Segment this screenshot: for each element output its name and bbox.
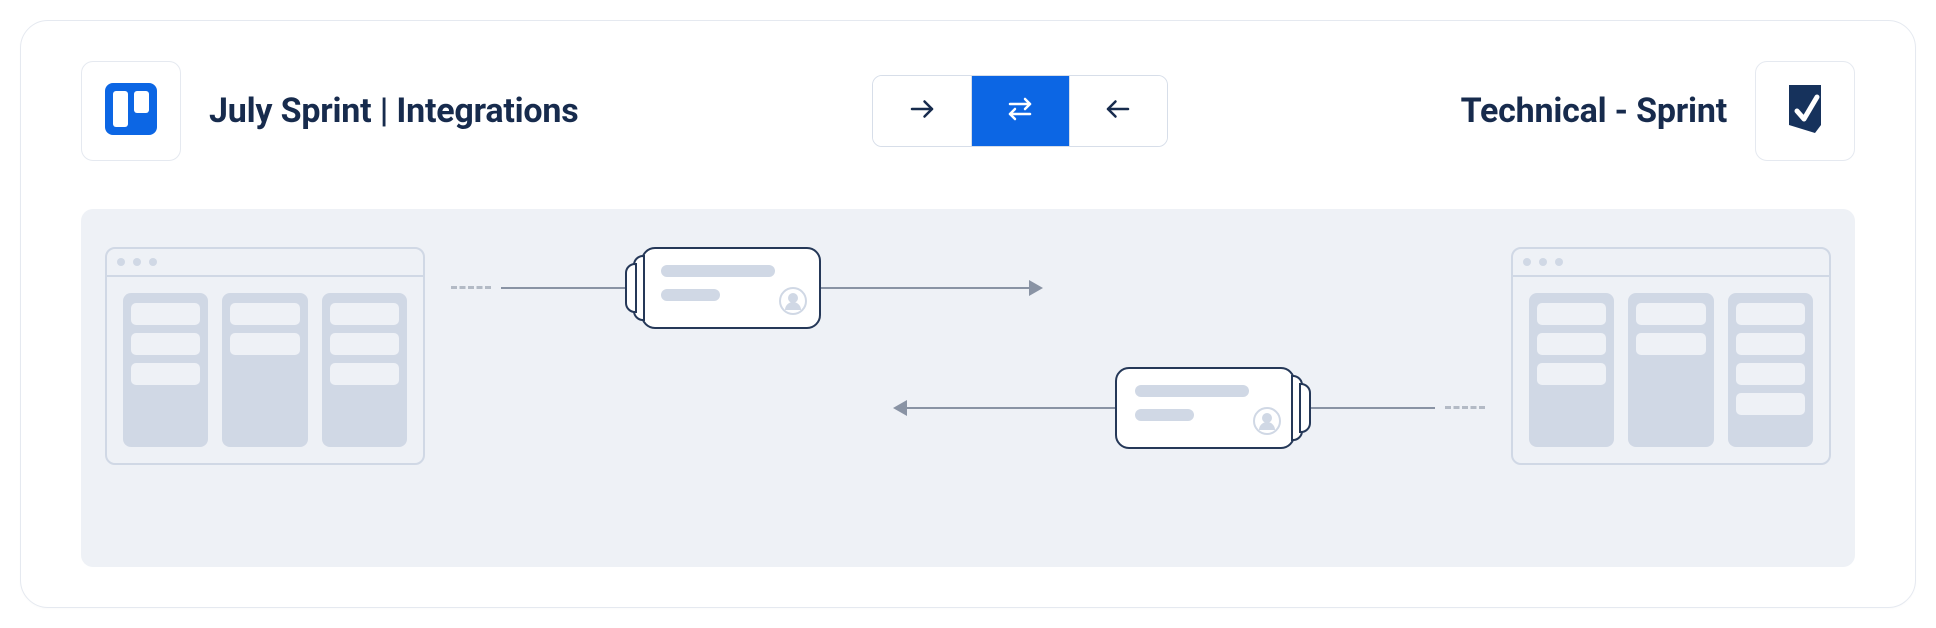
card-flying-left bbox=[1115, 367, 1295, 449]
left-app-logo bbox=[81, 61, 181, 161]
trello-icon bbox=[103, 81, 159, 141]
header-row: July Sprint | Integrations bbox=[81, 61, 1855, 161]
direction-selector bbox=[872, 75, 1168, 147]
flow-dash bbox=[1445, 406, 1485, 409]
left-board-illustration bbox=[105, 247, 425, 465]
browser-bar bbox=[1513, 249, 1829, 277]
card-flying-right bbox=[641, 247, 821, 329]
sync-flow-card: July Sprint | Integrations bbox=[20, 20, 1916, 608]
browser-bar bbox=[107, 249, 423, 277]
direction-right-button[interactable] bbox=[873, 76, 971, 146]
flow-dash bbox=[451, 286, 491, 289]
arrow-right-head bbox=[1029, 280, 1043, 296]
arrow-left-head bbox=[893, 400, 907, 416]
swap-icon bbox=[1005, 94, 1035, 128]
direction-both-button[interactable] bbox=[971, 76, 1069, 146]
right-board: Technical - Sprint bbox=[1461, 61, 1855, 161]
left-board: July Sprint | Integrations bbox=[81, 61, 579, 161]
arrow-left-icon bbox=[1103, 94, 1133, 128]
left-board-title: July Sprint | Integrations bbox=[209, 91, 579, 131]
sync-diagram bbox=[81, 209, 1855, 567]
smartsheet-icon bbox=[1777, 81, 1833, 141]
arrow-right-icon bbox=[907, 94, 937, 128]
right-board-illustration bbox=[1511, 247, 1831, 465]
right-board-title: Technical - Sprint bbox=[1461, 91, 1727, 131]
right-app-logo bbox=[1755, 61, 1855, 161]
direction-left-button[interactable] bbox=[1069, 76, 1167, 146]
